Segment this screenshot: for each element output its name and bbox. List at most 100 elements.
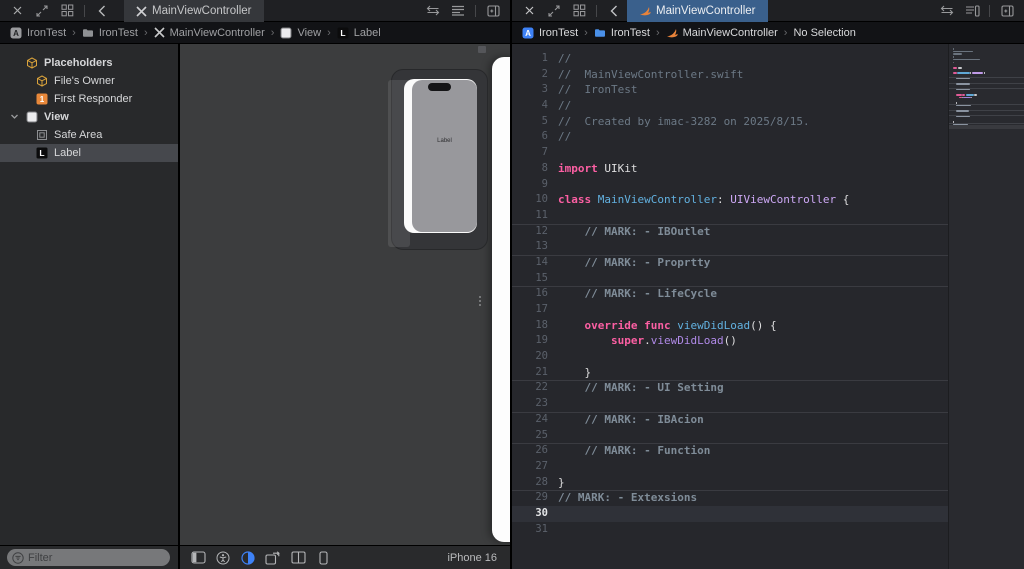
breadcrumb-label[interactable]: L Label — [337, 27, 381, 39]
code-line-2[interactable]: 2 // MainViewController.swift — [512, 67, 948, 83]
code-line-8[interactable]: 8 import UIKit — [512, 161, 948, 177]
code-line-25[interactable]: 25 — [512, 428, 948, 444]
accessibility-icon[interactable] — [215, 550, 231, 566]
canvas-label-element[interactable]: Label — [412, 138, 477, 144]
code-line-4[interactable]: 4 // — [512, 98, 948, 114]
code-line-30[interactable]: 30 — [512, 505, 948, 522]
editor-options-icon[interactable] — [964, 3, 980, 19]
scene-control[interactable] — [478, 46, 486, 53]
code-line-20[interactable]: 20 — [512, 349, 948, 365]
code-line-26[interactable]: 26 // MARK: - Function — [512, 443, 948, 459]
responder-icon: 1 — [36, 93, 48, 105]
code-line-29[interactable]: 29 // MARK: - Extexsions — [512, 490, 948, 506]
line-number: 19 — [535, 334, 548, 347]
code-line-5[interactable]: 5 // Created by imac-3282 on 2025/8/15. — [512, 114, 948, 130]
orientation-icon[interactable] — [265, 550, 281, 566]
breadcrumb-file[interactable]: MainViewController — [666, 27, 778, 39]
line-number: 25 — [535, 428, 548, 441]
code-line-18[interactable]: 18 override func viewDidLoad() { — [512, 318, 948, 334]
code-line-14[interactable]: 14 // MARK: - Proprtty — [512, 255, 948, 271]
code-line-24[interactable]: 24 // MARK: - IBAcion — [512, 412, 948, 428]
add-editor-button[interactable] — [999, 3, 1015, 19]
breadcrumb-file[interactable]: MainViewController — [154, 27, 265, 39]
drag-handle-icon[interactable] — [479, 296, 482, 308]
close-editor-button[interactable] — [9, 3, 25, 19]
add-editor-button[interactable] — [485, 3, 501, 19]
outline-row-label: Safe Area — [54, 129, 103, 141]
expand-editor-icon[interactable] — [34, 3, 50, 19]
breadcrumb-selection[interactable]: No Selection — [793, 27, 855, 39]
outline-row-file-s-owner[interactable]: File's Owner — [0, 72, 178, 90]
expand-editor-icon[interactable] — [546, 3, 562, 19]
main-view[interactable] — [412, 80, 477, 232]
editor-grid-icon[interactable] — [571, 3, 587, 19]
code-line-6[interactable]: 6 // — [512, 129, 948, 145]
editor-options-icon[interactable] — [450, 3, 466, 19]
label-icon: L — [337, 27, 349, 38]
code-line-31[interactable]: 31 — [512, 522, 948, 538]
code-review-icon[interactable] — [939, 3, 955, 19]
code-line-16[interactable]: 16 // MARK: - LifeCycle — [512, 286, 948, 302]
breadcrumb-separator-icon: › — [783, 26, 788, 39]
dynamic-island — [428, 83, 451, 91]
outline-row-label[interactable]: L Label — [0, 144, 178, 162]
minimap[interactable] — [948, 44, 1024, 569]
outline-row-first-responder[interactable]: 1 First Responder — [0, 90, 178, 108]
breadcrumb-view[interactable]: View — [280, 27, 321, 39]
code-review-icon[interactable] — [425, 3, 441, 19]
code-line-3[interactable]: 3 // IronTest — [512, 82, 948, 98]
folder-icon — [82, 28, 93, 37]
code-text: // IronTest — [558, 83, 638, 97]
back-button[interactable] — [606, 3, 622, 19]
code-line-7[interactable]: 7 — [512, 145, 948, 161]
appearance-toggle-icon[interactable] — [240, 550, 256, 566]
code-line-15[interactable]: 15 — [512, 271, 948, 287]
editor-grid-icon[interactable] — [59, 3, 75, 19]
cube-icon — [36, 75, 48, 87]
line-number: 21 — [535, 365, 548, 378]
outline-row-view[interactable]: View — [0, 108, 178, 126]
svg-text:1: 1 — [40, 95, 45, 104]
code-line-1[interactable]: 1 // — [512, 51, 948, 67]
outline-row-label: Label — [54, 147, 81, 159]
breadcrumb-group[interactable]: IronTest — [594, 27, 650, 39]
code-editor[interactable]: 1 // 2 // MainViewController.swift 3 // IronT… — [512, 44, 1024, 569]
breadcrumb-project[interactable]: A IronTest — [522, 27, 578, 39]
toolbar-divider — [475, 4, 476, 17]
adjacent-scene-view[interactable] — [492, 57, 510, 542]
split-preview-icon[interactable] — [290, 550, 306, 566]
code-line-9[interactable]: 9 — [512, 177, 948, 193]
back-button[interactable] — [94, 3, 110, 19]
svg-text:L: L — [340, 28, 345, 38]
code-line-19[interactable]: 19 super.viewDidLoad() — [512, 333, 948, 349]
code-line-13[interactable]: 13 — [512, 239, 948, 255]
breadcrumb-group[interactable]: IronTest — [82, 27, 138, 39]
code-line-12[interactable]: 12 // MARK: - IBOutlet — [512, 224, 948, 240]
code-line-28[interactable]: 28} — [512, 475, 948, 491]
tab-mainviewcontroller-storyboard[interactable]: MainViewController — [124, 0, 264, 22]
code-text: override func viewDidLoad() { — [584, 318, 777, 332]
disclosure-chevron-icon[interactable] — [10, 112, 19, 121]
line-number: 15 — [535, 271, 548, 284]
code-line-22[interactable]: 22 // MARK: - UI Setting — [512, 380, 948, 396]
line-number: 5 — [541, 114, 548, 127]
filter-input[interactable] — [28, 551, 148, 564]
storyboard-canvas[interactable]: Label — [180, 44, 510, 545]
code-line-17[interactable]: 17 — [512, 302, 948, 318]
code-line-21[interactable]: 21 } — [512, 365, 948, 381]
device-icon[interactable] — [315, 550, 331, 566]
outline-row-placeholders[interactable]: Placeholders — [0, 54, 178, 72]
code-line-27[interactable]: 27 — [512, 459, 948, 475]
filter-field[interactable] — [7, 549, 170, 566]
device-name-label[interactable]: iPhone 16 — [447, 552, 510, 564]
code-line-23[interactable]: 23 — [512, 396, 948, 412]
outline-toggle-icon[interactable] — [190, 550, 206, 566]
code-line-10[interactable]: 10 class MainViewController: UIViewContro… — [512, 192, 948, 208]
outline-row-safe-area[interactable]: Safe Area — [0, 126, 178, 144]
tab-mainviewcontroller-swift[interactable]: MainViewController — [627, 0, 768, 22]
outline-row-label: Placeholders — [44, 57, 113, 69]
breadcrumb-separator-icon: › — [270, 26, 275, 39]
close-editor-button[interactable] — [521, 3, 537, 19]
breadcrumb-project[interactable]: A IronTest — [10, 27, 66, 39]
code-line-11[interactable]: 11 — [512, 208, 948, 224]
